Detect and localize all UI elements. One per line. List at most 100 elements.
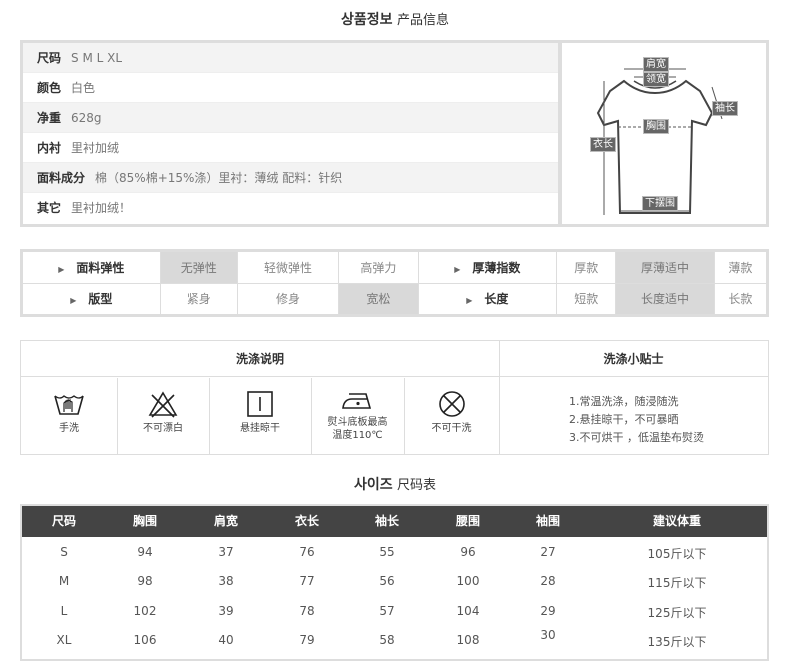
label-hem: 下摆围 <box>642 196 678 211</box>
label-sleeve: 袖长 <box>712 101 738 116</box>
size-header-cell: 尺码 <box>51 514 77 528</box>
washing-title: 洗涤说明 <box>21 341 499 377</box>
size-cell: 102 <box>133 604 157 618</box>
size-header-cell: 建议体重 <box>652 514 702 528</box>
info-row-size: 尺码 S M L XL <box>23 43 558 73</box>
tip-item: 2.悬挂晾干，不可暴晒 <box>569 413 679 426</box>
attr-option: 厚款 <box>556 250 617 284</box>
size-cell: 96 <box>460 545 476 559</box>
no-bleach-icon <box>148 391 178 418</box>
size-cell: 125斤以下 <box>647 606 707 620</box>
size-cell: 115斤以下 <box>647 576 707 590</box>
wash-item-hand-wash: 手洗 <box>21 378 117 455</box>
info-value: 628g <box>71 111 102 125</box>
tshirt-measure-diagram: 肩宽 领宽 袖长 胸围 衣长 下摆围 <box>562 43 766 224</box>
attr-label-fit: ▶ 版型 <box>21 282 161 316</box>
attributes-table: ▶ 面料弹性 无弹性 轻微弹性 高弹力 ▶ 厚薄指数 厚款 厚薄适中 薄款 ▶ 版型 … <box>20 249 769 317</box>
washing-tips-title: 洗涤小贴士 <box>499 341 768 377</box>
label-chest: 胸围 <box>643 119 669 134</box>
divider <box>499 341 500 454</box>
size-header-cell: 肩宽 <box>213 514 239 528</box>
size-cell: M <box>58 574 70 588</box>
info-row-lining: 内衬 里衬加绒 <box>23 133 558 163</box>
size-cell: 29 <box>540 604 556 618</box>
size-header-cell: 衣长 <box>294 514 320 528</box>
size-header-cell: 袖围 <box>535 514 561 528</box>
attr-option: 薄款 <box>713 250 769 284</box>
wash-item-hang-dry: 悬挂晾干 <box>209 378 311 455</box>
size-cell: 58 <box>379 633 395 647</box>
title-chinese: 产品信息 <box>396 13 449 28</box>
info-value: 白色 <box>71 81 96 95</box>
info-key: 其它 <box>37 201 62 215</box>
size-header-cell: 袖长 <box>374 514 400 528</box>
attr-option: 无弹性 <box>159 250 238 284</box>
tip-item: 1.常温洗涤，随浸随洗 <box>569 395 679 408</box>
size-cell: 106 <box>133 633 157 647</box>
wash-label: 悬挂晾干 <box>240 423 280 434</box>
size-chart-title: 사이즈 尺码表 <box>0 474 790 494</box>
wash-label: 手洗 <box>59 423 79 434</box>
size-chart-table: 尺码 胸围 肩宽 衣长 袖长 腰围 袖围 建议体重 S 94 37 76 55 … <box>20 504 769 661</box>
info-key: 颜色 <box>37 81 62 95</box>
size-cell: 108 <box>456 633 480 647</box>
size-cell: 104 <box>456 604 480 618</box>
attr-label-length: ▶ 长度 <box>417 282 558 316</box>
wash-label: 不可漂白 <box>143 423 183 434</box>
label-length: 衣长 <box>590 137 616 152</box>
wash-item-no-dry-clean: 不可干洗 <box>404 378 499 455</box>
size-cell: 79 <box>299 633 315 647</box>
wash-item-iron: 熨斗底板最高 温度110℃ <box>311 378 404 455</box>
attr-row: ▶ 面料弹性 无弹性 轻微弹性 高弹力 ▶ 厚薄指数 厚款 厚薄适中 薄款 <box>21 250 769 284</box>
title-chinese: 尺码表 <box>397 478 437 493</box>
washing-tips-list: 1.常温洗涤，随浸随洗 2.悬挂晾干，不可暴晒 3.不可烘干 ，低温垫布熨烫 <box>569 393 704 447</box>
size-cell: 39 <box>218 604 234 618</box>
size-cell: 100 <box>456 574 480 588</box>
info-row-other: 其它 里衬加绒！ <box>23 193 558 223</box>
triangle-right-icon: ▶ <box>58 264 65 274</box>
size-chart-header: 尺码 胸围 肩宽 衣长 袖长 腰围 袖围 建议体重 <box>22 506 767 537</box>
wash-label: 不可干洗 <box>431 423 472 434</box>
size-cell: 57 <box>379 604 395 618</box>
info-key: 面料成分 <box>37 171 86 185</box>
size-cell: 28 <box>540 574 556 588</box>
label-collar: 领宽 <box>643 72 669 87</box>
title-korean: 사이즈 <box>353 477 393 493</box>
attr-option: 宽松 <box>338 282 419 316</box>
triangle-right-icon: ▶ <box>454 264 461 274</box>
hang-dry-icon <box>247 391 273 417</box>
attr-option: 长度适中 <box>615 282 715 316</box>
wash-label: 温度110℃ <box>332 430 383 441</box>
size-cell: 135斤以下 <box>647 635 707 649</box>
size-cell: 56 <box>379 574 395 588</box>
tip-item: 3.不可烘干 ，低温垫布熨烫 <box>569 431 704 444</box>
info-key: 净重 <box>37 111 62 125</box>
attr-option: 短款 <box>556 282 617 316</box>
size-header-cell: 腰围 <box>455 514 481 528</box>
attr-option: 厚薄适中 <box>615 250 715 284</box>
size-cell: 37 <box>218 545 234 559</box>
size-cell: L <box>60 604 68 618</box>
washing-section: 洗涤说明 洗涤小贴士 手洗 不可漂白 悬挂晾干 熨斗底板最高 温度110℃ 不可… <box>20 340 769 455</box>
size-cell: 105斤以下 <box>647 547 707 561</box>
info-row-weight: 净重 628g <box>23 103 558 133</box>
product-info-title: 상품정보 产品信息 <box>0 9 790 29</box>
info-value: 里衬加绒 <box>71 141 120 155</box>
info-key: 尺码 <box>37 51 62 65</box>
info-row-fabric: 面料成分 棉（85%棉+15%涤）里衬：薄绒 配料：针织 <box>23 163 558 193</box>
hand-wash-icon <box>54 395 84 415</box>
triangle-right-icon: ▶ <box>70 296 77 306</box>
size-header-cell: 胸围 <box>132 514 158 528</box>
label-shoulder: 肩宽 <box>643 57 669 72</box>
product-info-list: 尺码 S M L XL 颜色 白色 净重 628g 内衬 里衬加绒 面料成分 棉（85%棉… <box>23 43 558 223</box>
attr-option: 轻微弹性 <box>236 250 340 284</box>
attr-option: 修身 <box>236 282 340 316</box>
size-cell: 55 <box>379 545 395 559</box>
size-cell: 77 <box>299 574 315 588</box>
size-cell: S <box>60 545 68 559</box>
size-cell: 38 <box>218 574 234 588</box>
iron-low-icon <box>341 393 371 409</box>
info-value: S M L XL <box>71 51 123 65</box>
attr-option: 长款 <box>713 282 769 316</box>
info-key: 内衬 <box>37 141 62 155</box>
